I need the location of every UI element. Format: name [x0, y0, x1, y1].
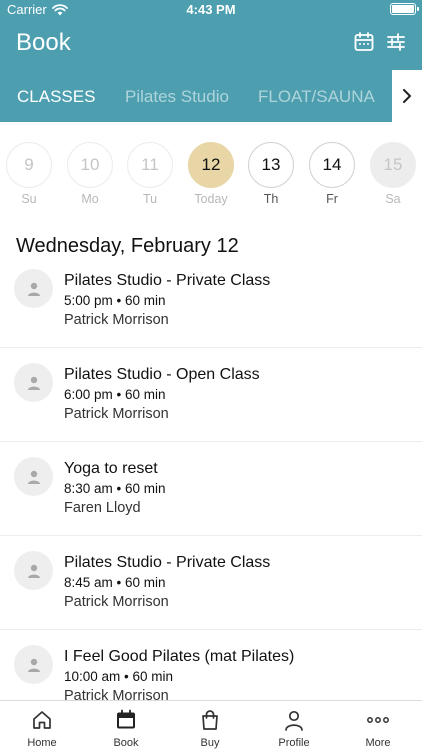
day-label: Th — [263, 192, 279, 206]
tabbar-buy[interactable]: Buy — [168, 701, 252, 750]
tabbar-more[interactable]: More — [336, 701, 420, 750]
day-number: 13 — [248, 142, 294, 188]
day-number: 11 — [127, 142, 173, 188]
day-number: 10 — [67, 142, 113, 188]
day-14[interactable]: 14 Fr — [309, 142, 355, 206]
person-icon — [27, 564, 40, 578]
day-number: 15 — [370, 142, 416, 188]
tabs-scroll-right-button[interactable] — [392, 70, 422, 122]
tab-classes[interactable]: CLASSES — [17, 87, 95, 107]
calendar-icon — [117, 709, 135, 729]
class-name: Pilates Studio - Private Class — [64, 272, 271, 289]
tab-pilates-studio[interactable]: Pilates Studio — [125, 87, 229, 107]
person-icon — [285, 710, 303, 731]
day-9: 9 Su — [6, 142, 52, 206]
person-icon — [27, 658, 40, 672]
class-row[interactable]: Pilates Studio - Private Class 8:45 am •… — [0, 536, 422, 630]
class-time: 10:00 am • 60 min — [64, 669, 174, 684]
day-10: 10 Mo — [67, 142, 113, 206]
class-instructor: Patrick Morrison — [64, 406, 169, 422]
class-name: Pilates Studio - Open Class — [64, 366, 260, 383]
header-actions — [354, 32, 406, 52]
instructor-avatar — [14, 269, 53, 308]
day-13[interactable]: 13 Th — [248, 142, 294, 206]
class-list: Pilates Studio - Private Class 5:00 pm •… — [0, 254, 422, 700]
class-row[interactable]: I Feel Good Pilates (mat Pilates) 10:00 … — [0, 630, 422, 700]
class-time: 5:00 pm • 60 min — [64, 293, 166, 308]
tabbar-label: Buy — [200, 737, 220, 749]
tabbar-label: More — [365, 737, 391, 749]
day-number: 14 — [309, 142, 355, 188]
day-label: Today — [194, 192, 228, 206]
tab-float-sauna[interactable]: FLOAT/SAUNA — [258, 87, 375, 107]
filter-sliders-icon[interactable] — [386, 32, 406, 52]
bottom-tab-bar: Home Book Buy Profile More — [0, 700, 422, 750]
day-label: Su — [21, 192, 37, 206]
status-bar: Carrier 4:43 PM — [0, 0, 422, 20]
day-label: Mo — [81, 192, 99, 206]
date-strip: 9 Su 10 Mo 11 Tu 12 Today 13 Th 14 Fr 15… — [0, 142, 422, 212]
class-instructor: Patrick Morrison — [64, 688, 169, 700]
tabbar-profile[interactable]: Profile — [252, 701, 336, 750]
class-name: Pilates Studio - Private Class — [64, 554, 271, 571]
instructor-avatar — [14, 457, 53, 496]
person-icon — [27, 282, 40, 296]
class-row[interactable]: Pilates Studio - Open Class 6:00 pm • 60… — [0, 348, 422, 442]
class-name: Yoga to reset — [64, 460, 158, 477]
status-time: 4:43 PM — [186, 2, 236, 17]
class-name: I Feel Good Pilates (mat Pilates) — [64, 648, 295, 665]
day-11: 11 Tu — [127, 142, 173, 206]
home-icon — [33, 711, 51, 729]
instructor-avatar — [14, 645, 53, 684]
page-title: Book — [16, 29, 71, 56]
instructor-avatar — [14, 363, 53, 402]
day-label: Tu — [142, 192, 158, 206]
instructor-avatar — [14, 551, 53, 590]
tabbar-label: Home — [27, 737, 57, 749]
day-12-today[interactable]: 12 Today — [188, 142, 234, 206]
class-time: 8:30 am • 60 min — [64, 481, 166, 496]
tabbar-home[interactable]: Home — [0, 701, 84, 750]
person-icon — [27, 376, 40, 390]
class-time: 8:45 am • 60 min — [64, 575, 166, 590]
person-icon — [27, 470, 40, 484]
tabbar-label: Profile — [278, 737, 310, 749]
more-dots-icon — [367, 717, 389, 723]
class-instructor: Faren Lloyd — [64, 500, 141, 516]
battery-icon — [390, 3, 419, 15]
day-number: 12 — [188, 142, 234, 188]
class-row[interactable]: Yoga to reset 8:30 am • 60 min Faren Llo… — [0, 442, 422, 536]
tabbar-book[interactable]: Book — [84, 701, 168, 750]
calendar-icon[interactable] — [354, 32, 374, 52]
class-instructor: Patrick Morrison — [64, 312, 169, 328]
class-time: 6:00 pm • 60 min — [64, 387, 166, 402]
day-number: 9 — [6, 142, 52, 188]
class-instructor: Patrick Morrison — [64, 594, 169, 610]
day-label: Sa — [385, 192, 401, 206]
shopping-bag-icon — [202, 710, 218, 730]
category-tabs: CLASSES Pilates Studio FLOAT/SAUNA — [0, 72, 392, 120]
class-row[interactable]: Pilates Studio - Private Class 5:00 pm •… — [0, 254, 422, 348]
tabbar-label: Book — [113, 737, 139, 749]
chevron-right-icon — [403, 89, 411, 103]
day-15: 15 Sa — [370, 142, 416, 206]
day-label: Fr — [326, 192, 338, 206]
